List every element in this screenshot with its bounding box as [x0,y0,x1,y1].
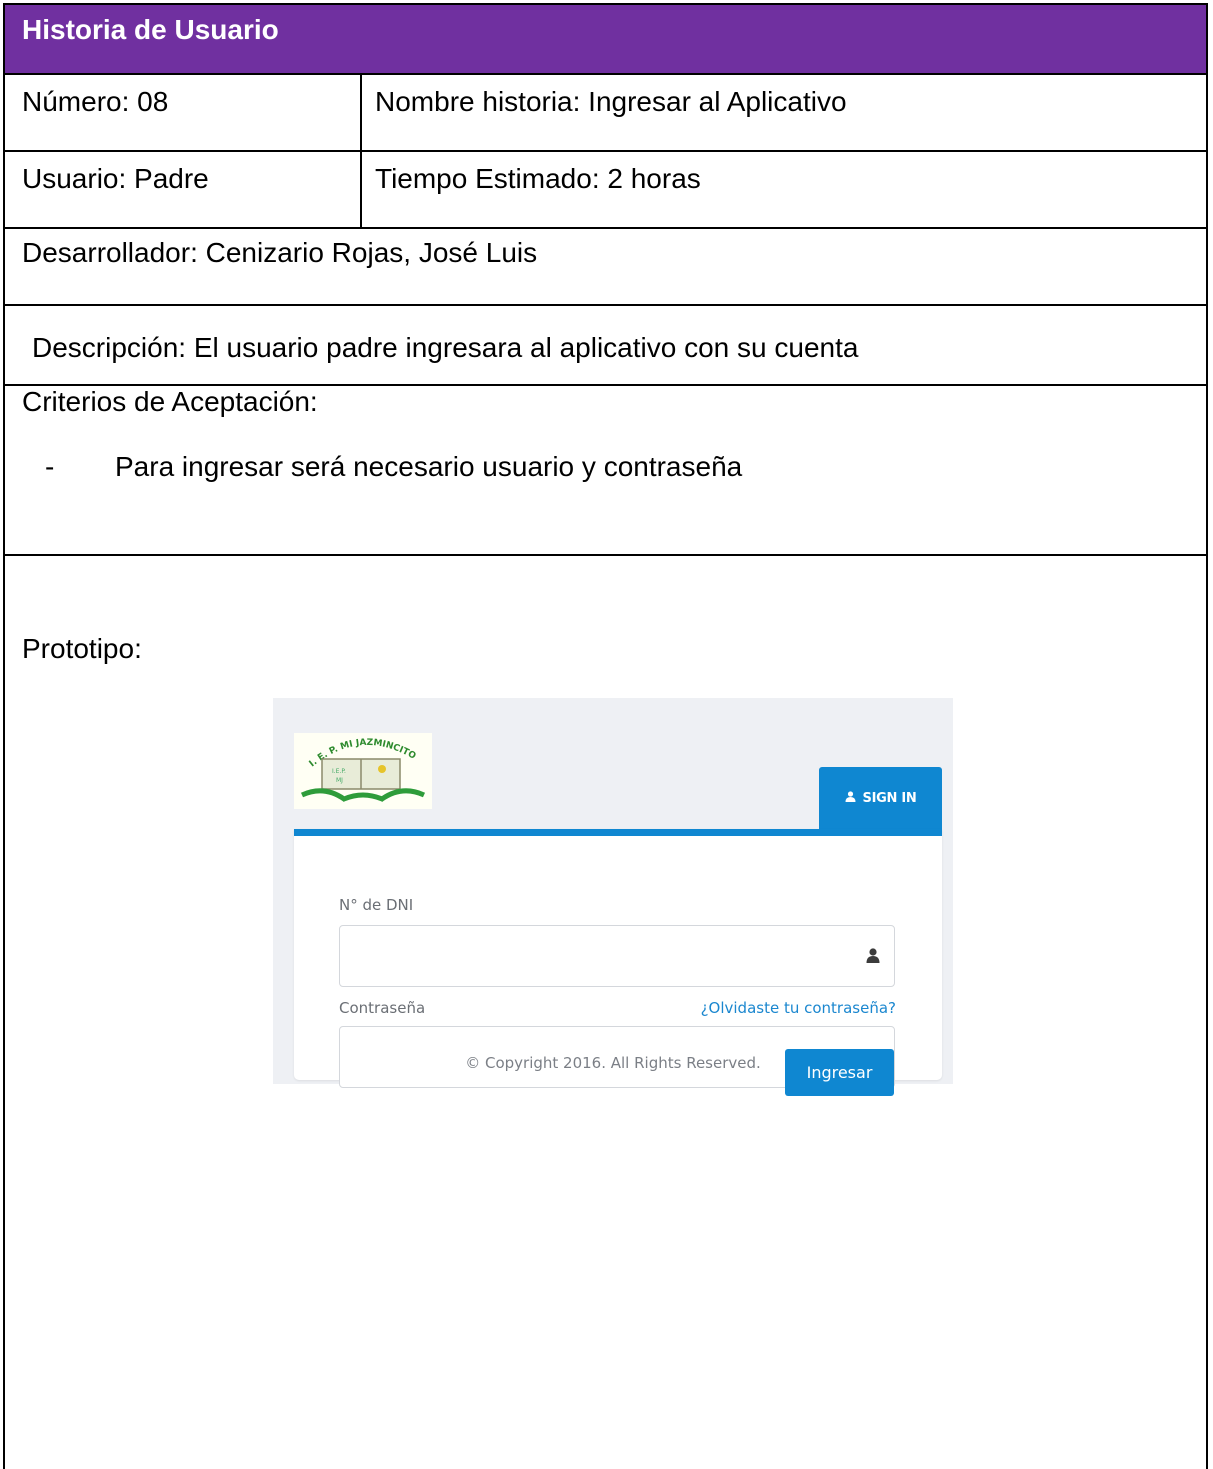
tiempo-estimado-cell: Tiempo Estimado: 2 horas [375,163,701,194]
dni-input[interactable] [339,925,895,987]
login-prototype: I. E. P. MI JAZMINCITO I.E.P. MJ SIGN IN… [273,698,953,1096]
svg-text:MJ: MJ [336,777,343,784]
criterio-bullet: - [45,451,55,482]
cell-divider [360,75,362,150]
numero-cell: Número: 08 [22,86,169,117]
tab-sign-in[interactable]: SIGN IN [819,767,942,829]
row-desarrollador: Desarrollador: Cenizario Rojas, José Lui… [5,229,1206,306]
desarrollador-text: Desarrollador: Cenizario Rojas, José Lui… [22,237,538,268]
password-label: Contraseña [339,999,426,1017]
criterio-item: Para ingresar será necesario usuario y c… [115,451,743,482]
dni-label: N° de DNI [339,896,414,914]
row-numero-nombre: Número: 08 Nombre historia: Ingresar al … [5,75,1206,152]
tab-sign-in-label: SIGN IN [862,790,917,806]
usuario-cell: Usuario: Padre [22,163,209,194]
school-logo: I. E. P. MI JAZMINCITO I.E.P. MJ [294,733,432,809]
prototipo-label: Prototipo: [22,633,142,664]
row-descripcion: Descripción: El usuario padre ingresara … [5,306,1206,386]
criterios-title: Criterios de Aceptación: [22,386,318,417]
descripcion-text: Descripción: El usuario padre ingresara … [32,332,859,363]
row-criterios: Criterios de Aceptación: - Para ingresar… [5,386,1206,556]
user-icon [866,948,880,967]
cell-divider [360,152,362,227]
svg-text:I.E.P.: I.E.P. [332,768,346,775]
row-usuario-tiempo: Usuario: Padre Tiempo Estimado: 2 horas [5,152,1206,229]
forgot-password-link[interactable]: ¿Olvidaste tu contraseña? [701,999,896,1017]
user-icon [845,790,856,806]
nombre-historia-cell: Nombre historia: Ingresar al Aplicativo [375,86,847,117]
story-title: Historia de Usuario [22,14,279,45]
user-story-table: Historia de Usuario Número: 08 Nombre hi… [3,3,1208,1469]
story-header: Historia de Usuario [5,5,1206,75]
copyright-text: © Copyright 2016. All Rights Reserved. [465,1054,761,1072]
login-card: N° de DNI Contraseña ¿Olvidaste tu contr… [294,829,942,1088]
